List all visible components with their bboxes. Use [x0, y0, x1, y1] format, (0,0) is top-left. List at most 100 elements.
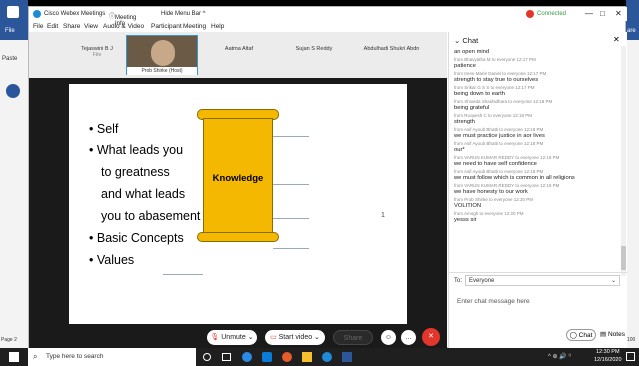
arrow-line [273, 184, 309, 185]
chat-message: being grateful [454, 105, 490, 111]
chat-message: we must follow which is common in all re… [454, 175, 575, 181]
scroll-label: Knowledge [212, 173, 264, 184]
participant-tile[interactable]: Sujan S Reddy [284, 36, 344, 74]
chat-meta: from Asif Ayoub Bhatti to everyone 12:18… [454, 127, 544, 132]
chat-toggle-button[interactable]: ◯ Chat [566, 329, 596, 341]
webex-titlebar: Cisco Webex Meetings ⓘ Meeting Info Hide… [29, 7, 627, 27]
participant-strip: Tejaswini B J File Prob Shirke (Host) Aa… [29, 32, 447, 78]
chat-meta: from Shiveda Shashidhara to everyone 12:… [454, 99, 553, 104]
chat-meta: from Irene Marie Daniel to everyone 12:1… [454, 71, 547, 76]
chat-message: yesss sir [454, 217, 477, 223]
chat-meta: from Bhavyatha M to everyone 12:17 PM [454, 57, 536, 62]
notification-icon[interactable] [626, 352, 635, 361]
start-video-button[interactable]: ▭ Start video ⌄ [265, 330, 325, 345]
connected-status[interactable]: Connected [537, 11, 566, 17]
menu-view[interactable]: View [84, 23, 98, 30]
file-explorer-icon[interactable] [302, 352, 312, 362]
arrow-line [273, 218, 309, 219]
menu-share[interactable]: Share [63, 23, 80, 30]
chat-header[interactable]: ⌄ Chat [454, 36, 478, 45]
word-right-label: are [627, 28, 636, 34]
chat-meta: from Asif Ayoub Bhatti to everyone 12:18… [454, 141, 544, 146]
slide-bullet-cont: and what leads [101, 187, 186, 201]
chat-scrollbar[interactable] [621, 46, 626, 276]
word-paste-label[interactable]: Paste [2, 56, 17, 62]
participant-tile[interactable]: Abdulhadi Shukri Abdn [354, 36, 429, 74]
search-placeholder: Type here to search [46, 353, 104, 360]
chat-icon: ◯ [569, 332, 577, 339]
meeting-controls: 🎙 Unmute ⌄ ▭ Start video ⌄ Share ☺ … ✕ [29, 326, 447, 349]
clock-time[interactable]: 12:30 PM [596, 349, 620, 355]
chat-panel: ⌄ Chat ✕ an open mind from Bhavyatha M t… [448, 32, 627, 349]
chat-input[interactable]: Enter chat message here [457, 298, 530, 305]
windows-start-icon[interactable] [9, 352, 19, 362]
participant-tile-active[interactable]: Prob Shirke (Host) [126, 35, 198, 75]
reactions-button[interactable]: ☺ [381, 330, 396, 345]
chat-meta: from Srikar G S S to everyone 12:17 PM [454, 85, 535, 90]
chat-meta: from Amogh to everyone 12:20 PM [454, 211, 524, 216]
system-tray-icons[interactable]: ^ ⊕ 🔊 ⁽⁽ [548, 353, 571, 360]
task-view-icon[interactable] [222, 353, 231, 361]
chevron-down-icon: ⌄ [610, 278, 616, 284]
slide-bullet: • Values [89, 253, 135, 267]
close-button[interactable]: ✕ [615, 9, 622, 18]
clock-date[interactable]: 12/16/2020 [594, 357, 622, 363]
word-left-strip: File Paste Page 2 [0, 0, 28, 348]
more-options-button[interactable]: … [401, 330, 416, 345]
menu-audio-video[interactable]: Audio & Video [103, 23, 144, 30]
arrow-line [163, 274, 203, 275]
participant-name: Aatma Altaf [224, 46, 254, 52]
unmute-button[interactable]: 🎙 Unmute ⌄ [207, 330, 257, 345]
word-zoom-value: 100 [627, 337, 636, 343]
slide-bullet: • Basic Concepts [89, 231, 184, 245]
chat-meta: from VARUN KUMAR REDDY to everyone 12:18… [454, 155, 560, 160]
chat-message: being down to earth [454, 91, 505, 97]
chrome-icon[interactable] [282, 352, 292, 362]
word-titlebar: File [0, 0, 28, 40]
slide-bullet-cont: to greatness [101, 165, 170, 179]
word-file-menu[interactable]: File [5, 28, 15, 34]
participant-tile[interactable]: Aatma Altaf [209, 36, 269, 74]
webex-taskbar-icon[interactable] [322, 352, 332, 362]
smiley-icon: ☺ [384, 334, 393, 341]
search-icon: ⌕ [33, 352, 38, 361]
end-meeting-button[interactable]: ✕ [422, 328, 440, 346]
menu-file[interactable]: File [33, 23, 43, 30]
menu-edit[interactable]: Edit [47, 23, 58, 30]
slide-page-marker: 1 [381, 212, 385, 219]
webex-logo-icon [33, 10, 41, 18]
menu-meeting[interactable]: Meeting [183, 23, 206, 30]
recipient-select[interactable]: Everyone ⌄ [465, 275, 620, 286]
menu-help[interactable]: Help [211, 23, 224, 30]
participant-tile[interactable]: Tejaswini B J File [73, 36, 121, 74]
chat-close-button[interactable]: ✕ [613, 35, 620, 44]
notes-icon: ▤ [600, 331, 607, 338]
hide-menu-bar-button[interactable]: Hide Menu Bar ^ [161, 11, 206, 17]
share-button[interactable]: Share [333, 330, 373, 345]
webex-window: Cisco Webex Meetings ⓘ Meeting Info Hide… [28, 6, 627, 349]
app-title: Cisco Webex Meetings [44, 11, 106, 17]
chat-meta: from Asif Ayoub Bhatti to everyone 12:18… [454, 169, 544, 174]
participant-sub: File [92, 52, 102, 58]
chat-message: patience [454, 63, 476, 69]
cortana-icon[interactable] [203, 353, 211, 361]
chat-header-label: Chat [462, 36, 479, 45]
word-taskbar-icon[interactable] [342, 352, 352, 362]
arrow-line [273, 136, 309, 137]
connection-status-icon [526, 10, 534, 18]
edge-icon[interactable] [242, 352, 252, 362]
taskbar-search[interactable]: ⌕ Type here to search [28, 348, 196, 366]
info-icon[interactable] [6, 84, 20, 98]
scroll-body: Knowledge [203, 118, 273, 236]
chat-message: we have honesty to our work [454, 189, 528, 195]
video-off-icon: ▭ [270, 334, 277, 341]
divider [449, 272, 627, 273]
chat-scroll-thumb[interactable] [621, 246, 626, 270]
notes-button[interactable]: ▤ Notes [600, 329, 626, 341]
menu-participant[interactable]: Participant [151, 23, 182, 30]
save-icon[interactable] [7, 6, 19, 18]
maximize-button[interactable]: □ [600, 9, 605, 18]
minimize-button[interactable]: — [585, 9, 593, 18]
meeting-info-button[interactable]: ⓘ Meeting Info [109, 11, 136, 27]
store-icon[interactable] [262, 352, 272, 362]
